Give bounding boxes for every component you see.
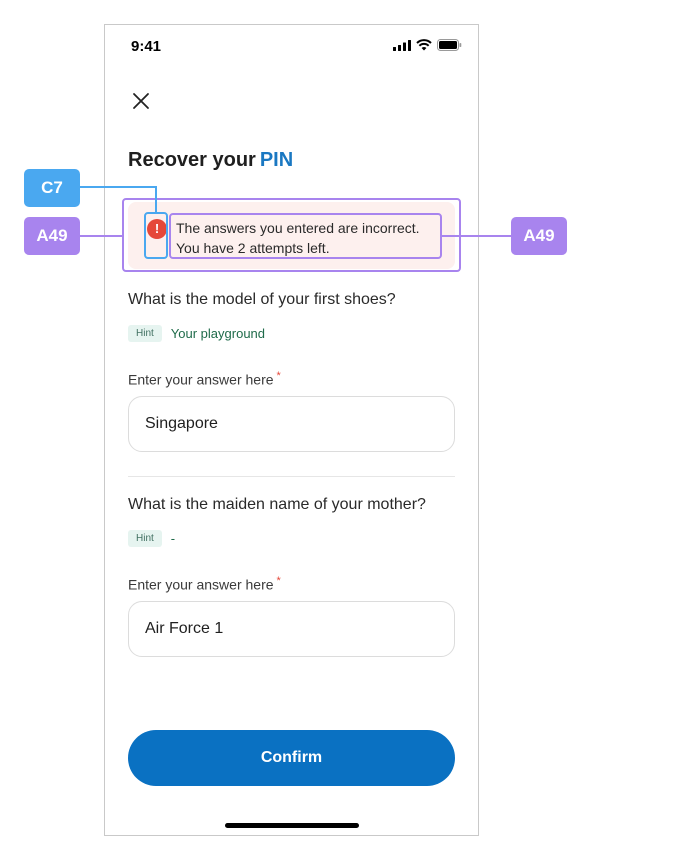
annotation-badge-c7: C7 [24, 169, 80, 207]
battery-icon [437, 39, 462, 51]
annotation-badge-text: A49 [511, 217, 567, 255]
phone-screen: 9:41 Recover your PIN ! The answers you … [104, 24, 479, 836]
answer-label-text: Enter your answer here [128, 576, 274, 593]
answer-label-1: Enter your answer here * [128, 370, 281, 388]
hint-row-1: Hint Your playground [128, 325, 265, 342]
answer-input-1[interactable] [128, 396, 455, 452]
status-icons [393, 39, 462, 51]
hint-chip: Hint [128, 530, 162, 547]
hint-row-2: Hint - [128, 530, 175, 547]
annotation-outline-icon [144, 212, 168, 259]
annotation-outline-text [169, 213, 442, 259]
annotation-connector-icon [80, 186, 156, 188]
answer-label-text: Enter your answer here [128, 371, 274, 388]
divider [128, 476, 455, 477]
home-indicator [225, 823, 359, 828]
wifi-icon [416, 39, 432, 51]
question-2: What is the maiden name of your mother? [128, 496, 426, 513]
annotation-connector-box [80, 235, 123, 237]
required-mark: * [276, 370, 281, 382]
title-text: Recover your [128, 149, 256, 171]
close-button[interactable] [127, 87, 155, 115]
annotation-connector-text [442, 235, 512, 237]
close-icon [133, 93, 149, 109]
hint-text: - [170, 531, 176, 546]
required-mark: * [276, 575, 281, 587]
answer-label-2: Enter your answer here * [128, 575, 281, 593]
page-title: Recover your PIN [128, 149, 293, 172]
hint-text: Your playground [170, 326, 266, 341]
answer-input-2[interactable] [128, 601, 455, 657]
title-accent: PIN [259, 149, 294, 171]
hint-chip: Hint [128, 325, 162, 342]
question-1: What is the model of your first shoes? [128, 291, 396, 308]
annotation-badge-box: A49 [24, 217, 80, 255]
signal-icon [393, 39, 411, 51]
status-bar: 9:41 [105, 25, 478, 69]
confirm-button[interactable]: Confirm [128, 730, 455, 786]
status-time: 9:41 [131, 38, 162, 55]
annotation-connector-icon-vertical [155, 186, 157, 213]
